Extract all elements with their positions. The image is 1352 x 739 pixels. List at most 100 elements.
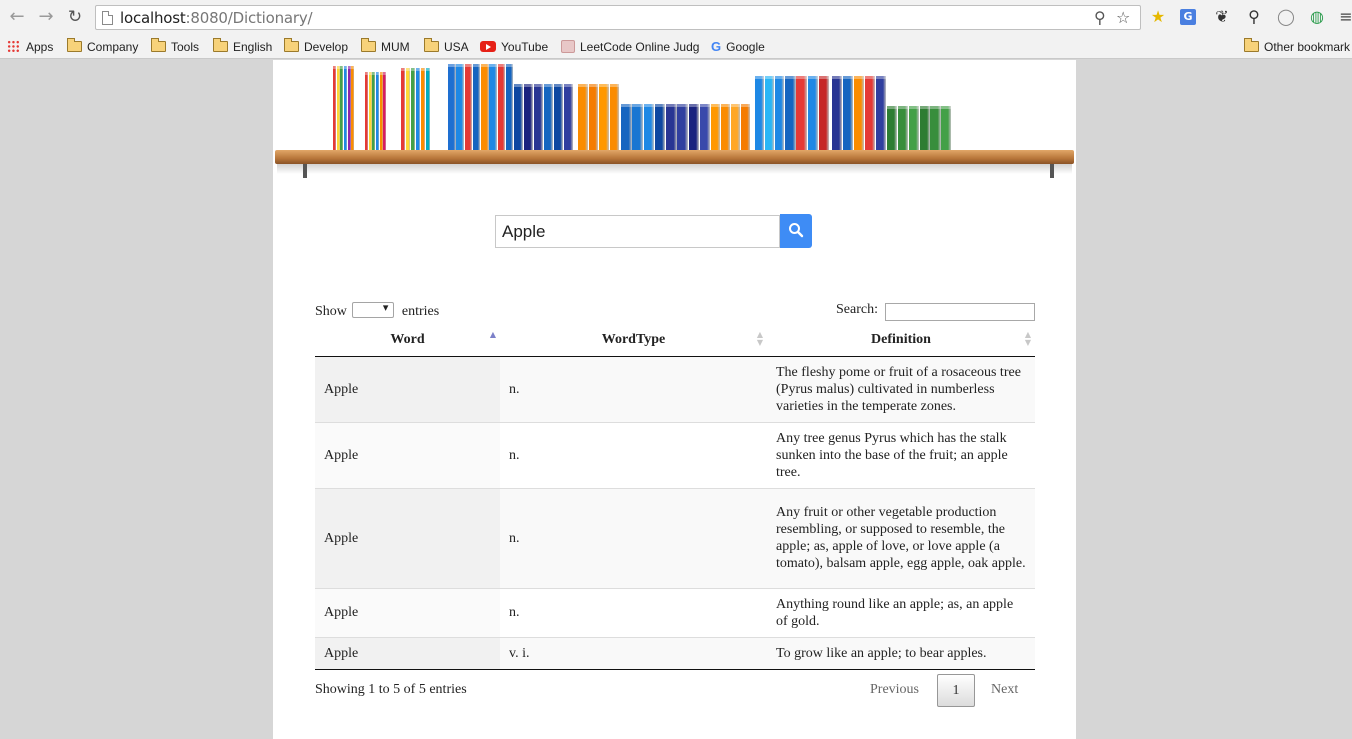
entries-select[interactable] <box>352 301 395 318</box>
folder-icon <box>1244 38 1259 52</box>
bookmark-other[interactable]: Other bookmark <box>1244 38 1352 56</box>
bookmark-google[interactable]: G Google <box>711 38 765 56</box>
search-button[interactable] <box>780 214 812 248</box>
book-spine <box>832 76 843 150</box>
bookmark-label: Develop <box>304 40 349 54</box>
bookmark-develop[interactable]: Develop <box>284 38 348 56</box>
bookmark-leetcode[interactable]: LeetCode Online Judg <box>561 38 701 56</box>
book-spine <box>677 104 688 150</box>
star-extension-icon[interactable]: ★ <box>1148 7 1168 27</box>
page-1-button[interactable]: 1 <box>937 674 975 707</box>
column-header-definition[interactable]: Definition ▲ ▼ <box>767 324 1035 357</box>
cell-wordtype: n. <box>500 487 767 588</box>
book-spine <box>497 64 506 150</box>
next-page-button[interactable]: Next <box>991 682 1018 698</box>
bookmark-label: YouTube <box>501 40 549 54</box>
book-spine <box>421 68 426 150</box>
book-spine <box>489 64 497 150</box>
cell-wordtype: v. i. <box>500 636 767 670</box>
book-spine <box>941 106 952 150</box>
reload-icon[interactable]: ↻ <box>65 7 85 27</box>
cell-wordtype: n. <box>500 587 767 637</box>
bookmark-apps[interactable]: Apps <box>7 38 53 56</box>
table-row[interactable]: Apple n. Anything round like an apple; a… <box>315 587 1035 637</box>
column-header-word[interactable]: Word ▲ <box>315 324 500 357</box>
book-spine <box>544 84 554 150</box>
book-spine <box>401 68 406 150</box>
book-spine <box>588 84 599 150</box>
book-spine <box>887 106 898 150</box>
folder-icon <box>67 38 82 52</box>
bookmark-usa[interactable]: USA <box>424 38 469 56</box>
results-table: Word ▲ WordType ▲ ▼ Definition ▲ ▼ Apple n. T… <box>315 324 1035 670</box>
table-row[interactable]: Apple n. Any tree genus Pyrus which has … <box>315 421 1035 488</box>
shelf-bracket <box>303 164 307 178</box>
zoom-icon[interactable]: ⚲ <box>1094 8 1106 27</box>
search-extension-icon[interactable]: ⚲ <box>1244 7 1264 27</box>
column-label: Definition <box>871 331 931 347</box>
google-icon: G <box>711 39 722 54</box>
page-icon <box>102 11 113 25</box>
table-row[interactable]: Apple v. i. To grow like an apple; to be… <box>315 636 1035 670</box>
table-search-label: Search: <box>836 302 878 317</box>
book-spine <box>372 72 376 150</box>
cell-wordtype: n. <box>500 356 767 422</box>
folder-icon <box>151 38 166 52</box>
book-spine <box>621 104 632 150</box>
leetcode-icon <box>561 40 575 53</box>
cell-word: Apple <box>315 636 500 670</box>
book-spine <box>534 84 544 150</box>
globe-extension-icon[interactable]: ◍ <box>1307 7 1327 27</box>
table-header-row: Word ▲ WordType ▲ ▼ Definition ▲ ▼ <box>315 324 1035 357</box>
forward-arrow-icon[interactable]: → <box>36 7 56 27</box>
book-spine <box>365 72 369 150</box>
bookmark-english[interactable]: English <box>213 38 272 56</box>
menu-icon[interactable]: ≡ <box>1336 7 1352 27</box>
cell-word: Apple <box>315 587 500 637</box>
book-spine <box>411 68 416 150</box>
book-spine <box>711 104 721 150</box>
bookmark-youtube[interactable]: YouTube <box>480 38 548 56</box>
book-spine <box>406 68 411 150</box>
book-spine <box>383 72 387 150</box>
circle-extension-icon[interactable]: ◯ <box>1276 7 1296 27</box>
word-search-input[interactable] <box>495 215 780 248</box>
back-arrow-icon[interactable]: ← <box>7 7 27 27</box>
previous-page-button[interactable]: Previous <box>870 682 919 698</box>
url-host: localhost <box>120 9 186 27</box>
table-row[interactable]: Apple n. Any fruit or other vegetable pr… <box>315 487 1035 588</box>
book-spine <box>505 64 514 150</box>
book-spine <box>336 66 340 150</box>
column-header-wordtype[interactable]: WordType ▲ ▼ <box>500 324 767 357</box>
book-spine <box>854 76 865 150</box>
book-spine <box>632 104 643 150</box>
book-spine <box>818 76 830 150</box>
entries-length-control: Show entries <box>315 301 439 320</box>
url-text[interactable]: localhost:8080/Dictionary/ <box>120 9 313 27</box>
book-spine <box>609 84 620 150</box>
evernote-extension-icon[interactable]: ❦ <box>1212 7 1232 27</box>
bookmark-company[interactable]: Company <box>67 38 138 56</box>
bookmark-label: Company <box>87 40 139 54</box>
bookmark-label: LeetCode Online Judg <box>580 40 700 54</box>
book-spine <box>865 76 876 150</box>
bookmark-label: Apps <box>26 40 54 54</box>
book-spine <box>481 64 489 150</box>
bookmark-label: English <box>233 40 273 54</box>
table-search-input[interactable] <box>885 303 1035 321</box>
bookmark-label: Google <box>726 40 765 54</box>
book-spine <box>347 66 351 150</box>
book-spine <box>368 72 372 150</box>
cell-word: Apple <box>315 421 500 488</box>
column-label: WordType <box>601 331 666 347</box>
bookmark-star-icon[interactable]: ☆ <box>1116 8 1130 27</box>
translate-extension-icon[interactable]: G <box>1180 9 1196 25</box>
book-spine <box>843 76 854 150</box>
address-bar[interactable]: localhost:8080/Dictionary/ ⚲ ☆ <box>95 5 1141 30</box>
book-spine <box>599 84 609 150</box>
bookmark-tools[interactable]: Tools <box>151 38 199 56</box>
book-spine <box>426 68 431 150</box>
bookmark-mum[interactable]: MUM <box>361 38 410 56</box>
table-row[interactable]: Apple n. The fleshy pome or fruit of a r… <box>315 356 1035 422</box>
book-spine <box>721 104 731 150</box>
